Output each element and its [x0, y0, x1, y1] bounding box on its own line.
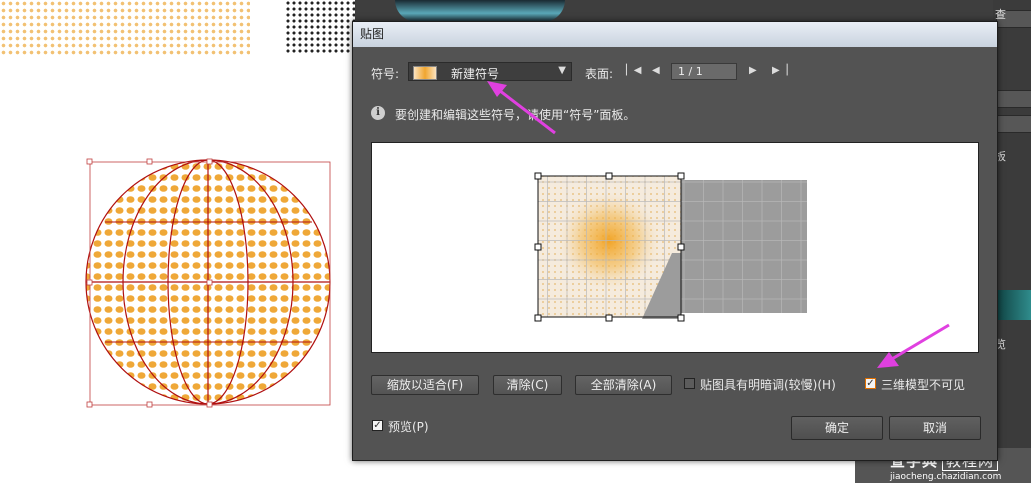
surface-page-field[interactable]: 1 / 1	[671, 63, 737, 80]
scale-to-fit-button[interactable]: 缩放以适合(F)	[371, 375, 479, 395]
symbol-swatch	[413, 66, 437, 80]
symbol-label: 符号:	[371, 67, 400, 81]
halftone-sphere-artwork	[85, 158, 331, 408]
panel-label-1: 查	[995, 8, 1006, 21]
dialog-title: 贴图	[353, 22, 997, 47]
uv-map-preview	[534, 172, 807, 322]
previous-surface-icon[interactable]: ◀	[652, 65, 660, 76]
annotation-arrow-icon	[877, 323, 950, 368]
cancel-button[interactable]: 取消	[889, 416, 981, 440]
shade-artwork-checkbox[interactable]	[684, 378, 695, 389]
annotation-arrow-icon	[487, 81, 556, 135]
first-surface-icon[interactable]: ▏◀	[626, 65, 641, 76]
halftone-dots-pattern	[0, 0, 250, 56]
shade-artwork-label: 贴图具有明暗调(较慢)(H)	[700, 378, 836, 392]
invisible-geometry-label: 三维模型不可见	[881, 378, 966, 392]
clear-all-button[interactable]: 全部清除(A)	[575, 375, 672, 395]
preview-checkbox[interactable]: ✓	[372, 420, 383, 431]
panel-label-3: 览	[995, 338, 1006, 351]
last-surface-icon[interactable]: ▶▕	[772, 65, 787, 76]
panel-field[interactable]	[996, 90, 1031, 108]
right-side-panel: 查 板 览	[993, 0, 1031, 483]
clear-button[interactable]: 清除(C)	[493, 375, 562, 395]
3d-preview-thumbnail	[395, 0, 565, 22]
watermark-url: jiaocheng.chazidian.com	[890, 472, 1002, 482]
chevron-down-icon: ▼	[558, 65, 566, 76]
invisible-geometry-checkbox[interactable]: ✓	[865, 378, 876, 389]
color-strip	[993, 290, 1031, 320]
black-dots-pattern	[285, 0, 355, 55]
surface-label: 表面:	[585, 67, 614, 81]
panel-label-2: 板	[995, 150, 1006, 163]
next-surface-icon[interactable]: ▶	[749, 65, 757, 76]
info-icon: i	[371, 106, 385, 120]
preview-label: 预览(P)	[388, 420, 429, 434]
panel-field[interactable]	[996, 115, 1031, 133]
ok-button[interactable]: 确定	[791, 416, 883, 440]
map-art-dialog: 贴图 符号: 新建符号 ▼ 表面: ▏◀ ◀ 1 / 1 ▶ ▶▕ i 要创建和…	[352, 21, 998, 461]
